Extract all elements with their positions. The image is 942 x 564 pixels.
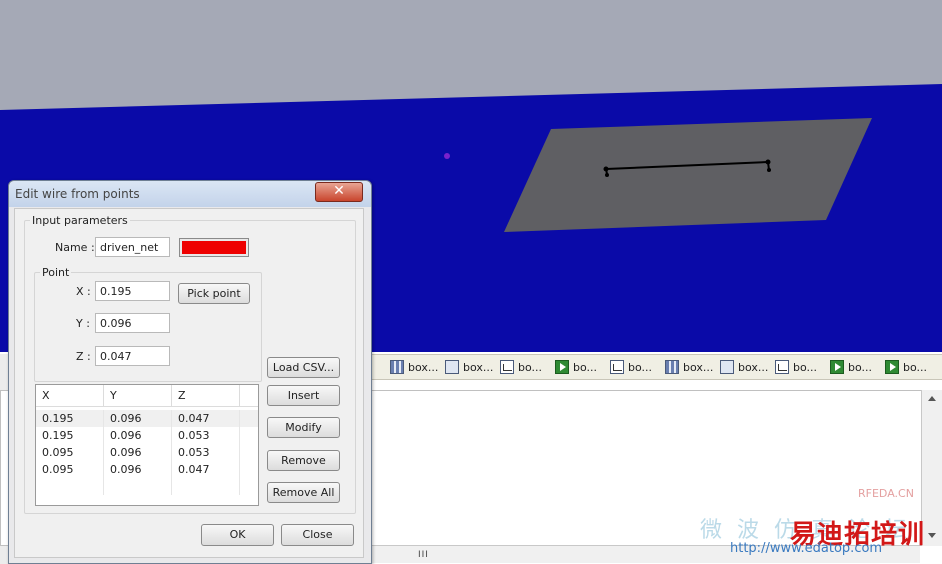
remove-button[interactable]: Remove [267,450,340,471]
ground-plate [504,118,872,232]
column-header-spacer [240,385,258,407]
insert-button[interactable]: Insert [267,385,340,406]
load-csv-button[interactable]: Load CSV... [267,357,340,378]
remove-all-button[interactable]: Remove All [267,482,340,503]
point-group-label: Point [40,266,72,279]
scroll-down-icon[interactable] [928,533,936,538]
wire-point-4 [605,173,609,177]
z-field[interactable]: 0.047 [95,346,170,366]
task-item-4[interactable]: bo... [555,358,597,376]
wire-point-1 [603,166,609,172]
table-row[interactable]: 0.195 0.096 0.053 [36,427,258,444]
close-button[interactable]: Close [281,524,354,546]
color-picker-button[interactable] [179,238,249,257]
origin-marker [444,153,450,159]
pick-point-button[interactable]: Pick point [178,283,250,304]
task-item-2[interactable]: box... [445,358,493,376]
task-item-1[interactable]: box... [390,358,438,376]
table-row[interactable]: 0.195 0.096 0.047 [36,410,258,427]
table-cell [172,478,240,495]
chart-icon [500,360,514,374]
chart-icon [775,360,789,374]
table-cell: 0.095 [36,461,104,478]
table-cell: 0.095 [36,444,104,461]
task-item-label: box... [683,360,714,374]
task-item-7[interactable]: box... [720,358,768,376]
column-header-x[interactable]: X [36,385,104,407]
modify-button[interactable]: Modify [267,417,340,438]
x-field[interactable]: 0.195 [95,281,170,301]
table-row[interactable]: 0.095 0.096 0.047 [36,461,258,478]
task-item-label: box... [408,360,439,374]
table-cell [36,478,104,495]
ok-button[interactable]: OK [201,524,274,546]
table-cell: 0.096 [104,444,172,461]
y-label: Y : [76,317,90,330]
table-cell: 0.195 [36,410,104,427]
play-icon [830,360,844,374]
wire-point-3 [767,168,771,172]
table-row[interactable]: 0.095 0.096 0.053 [36,444,258,461]
table-cell: 0.053 [172,444,240,461]
table-cell: 0.096 [104,410,172,427]
task-item-label: bo... [628,360,653,374]
wire-point-2 [765,159,771,165]
task-item-9[interactable]: bo... [830,358,872,376]
table-cell: 0.047 [172,461,240,478]
table-cell [104,478,172,495]
scroll-up-icon[interactable] [928,396,936,401]
dialog-titlebar[interactable]: Edit wire from points ✕ [9,181,371,207]
play-icon [555,360,569,374]
watermark-site: RFEDA.CN [858,487,914,500]
points-table[interactable]: X Y Z 0.195 0.096 0.047 0.195 0.096 0.05… [35,384,259,506]
grid-icon [665,360,679,374]
name-field[interactable]: driven_net [95,237,170,257]
task-item-10[interactable]: bo... [885,358,927,376]
x-label: X : [76,285,91,298]
table-cell: 0.195 [36,427,104,444]
table-cell: 0.096 [104,461,172,478]
column-header-y[interactable]: Y [104,385,172,407]
task-item-label: box... [463,360,494,374]
task-item-label: box... [738,360,769,374]
chart-icon [610,360,624,374]
play-icon [885,360,899,374]
table-cell: 0.053 [172,427,240,444]
task-item-3[interactable]: bo... [500,358,542,376]
task-item-label: bo... [518,360,543,374]
task-item-label: bo... [573,360,598,374]
close-icon[interactable]: ✕ [315,182,363,202]
watermark-url: http://www.edatop.com [730,541,883,556]
task-item-8[interactable]: bo... [775,358,817,376]
z-label: Z : [76,350,91,363]
y-field[interactable]: 0.096 [95,313,170,333]
window-icon [445,360,459,374]
task-item-6[interactable]: box... [665,358,713,376]
dialog-title: Edit wire from points [15,187,140,201]
scrollbar-grip[interactable]: III [418,550,429,560]
window-icon [720,360,734,374]
grid-icon [390,360,404,374]
column-header-z[interactable]: Z [172,385,240,407]
table-cell: 0.096 [104,427,172,444]
task-item-label: bo... [903,360,928,374]
table-cell: 0.047 [172,410,240,427]
task-item-5[interactable]: bo... [610,358,652,376]
color-swatch [182,241,246,254]
name-label: Name : [55,241,95,254]
task-item-label: bo... [848,360,873,374]
table-row-empty [36,478,258,495]
input-parameters-label: Input parameters [30,214,130,227]
task-item-label: bo... [793,360,818,374]
